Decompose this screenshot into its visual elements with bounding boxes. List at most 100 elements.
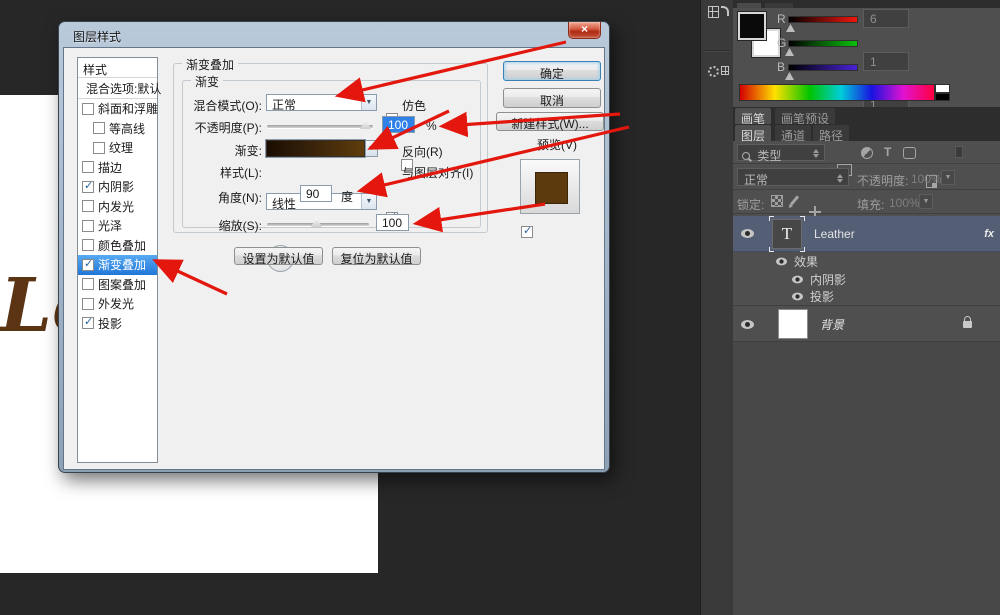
chevron-down-icon[interactable]: ▼ (361, 194, 376, 209)
layer-name[interactable]: Leather (814, 227, 855, 241)
styles-item-color-overlay[interactable]: 颜色叠加 (78, 236, 157, 256)
styles-item-outer-glow[interactable]: 外发光 (78, 294, 157, 314)
styles-item-satin[interactable]: 光泽 (78, 216, 157, 236)
tab-brush-presets[interactable]: 画笔预设 (775, 108, 835, 124)
cancel-button[interactable]: 取消 (503, 88, 601, 108)
fill-dropdown[interactable]: ▼ (919, 194, 933, 209)
visibility-eye-icon[interactable] (741, 320, 754, 329)
dialog-titlebar[interactable]: 图层样式 × (63, 22, 605, 47)
layer-opacity-label: 不透明度: (857, 172, 908, 189)
tab-brush[interactable]: 画笔 (735, 108, 771, 124)
fx-badge[interactable]: fx (984, 228, 994, 240)
green-value-input[interactable]: 1 (863, 52, 909, 71)
spectrum-black-swatch[interactable] (935, 93, 950, 101)
color-spectrum-ramp[interactable] (739, 84, 935, 101)
checkbox[interactable]: ✓ (82, 317, 94, 329)
filter-adjustment-layers-icon[interactable] (861, 147, 873, 159)
blue-slider[interactable] (788, 64, 858, 71)
checkbox[interactable] (82, 161, 94, 173)
foreground-color-swatch[interactable] (738, 12, 766, 40)
checkbox[interactable] (82, 220, 94, 232)
group-title: 渐变叠加 (182, 56, 238, 73)
ok-button[interactable]: 确定 (503, 61, 601, 81)
visibility-eye-icon[interactable] (776, 257, 787, 265)
styles-item-gradient-overlay[interactable]: ✓渐变叠加 (78, 255, 157, 275)
gradient-picker-button[interactable]: ▼ (365, 140, 378, 157)
updown-arrows-icon (837, 174, 844, 183)
styles-item-contour[interactable]: 等高线 (78, 119, 157, 139)
checkbox[interactable]: ✓ (82, 259, 94, 271)
layer-effects-row[interactable]: 效果 (733, 252, 1000, 270)
checkbox[interactable]: ✓ (82, 181, 94, 193)
layer-lock-icon (963, 321, 972, 328)
checkbox[interactable] (82, 298, 94, 310)
red-slider[interactable] (788, 16, 858, 23)
effect-row-drop-shadow[interactable]: 投影 (733, 288, 1000, 306)
checkbox[interactable] (82, 103, 94, 115)
angle-input[interactable]: 90 (300, 185, 332, 202)
effect-label: 投影 (810, 288, 834, 305)
checkbox[interactable] (93, 122, 105, 134)
tab-color[interactable] (737, 3, 761, 8)
opacity-slider[interactable] (267, 125, 373, 128)
photoshop-workspace: { "accent_red": "#e3170d", "selection_bl… (0, 0, 1000, 615)
background-layer-thumbnail[interactable] (778, 309, 808, 339)
filter-type-select[interactable]: 类型 (737, 144, 825, 161)
red-slider-thumb[interactable] (786, 24, 795, 32)
styles-item-drop-shadow[interactable]: ✓投影 (78, 314, 157, 334)
styles-item-pattern-overlay[interactable]: 图案叠加 (78, 275, 157, 295)
layer-opacity-value[interactable]: 100% (911, 172, 942, 186)
checkbox[interactable] (82, 239, 94, 251)
dock-icon-brush-settings[interactable] (708, 66, 729, 77)
visibility-eye-icon[interactable] (741, 229, 754, 238)
blend-row: 正常 不透明度: 100% ▼ (733, 164, 1000, 190)
lock-transparency-icon[interactable] (771, 195, 783, 207)
layer-row-leather[interactable]: T Leather fx (733, 216, 1000, 252)
fill-value[interactable]: 100% (889, 196, 920, 210)
styles-item-inner-shadow[interactable]: ✓内阴影 (78, 177, 157, 197)
layer-blend-mode-select[interactable]: 正常 (737, 168, 849, 186)
checkbox[interactable] (82, 278, 94, 290)
new-style-button[interactable]: 新建样式(W)... (496, 112, 604, 131)
layer-row-background[interactable]: 背景 (733, 307, 1000, 342)
filter-toggle-icon[interactable] (955, 146, 963, 158)
dock-icon-clone-source[interactable] (708, 6, 729, 18)
set-default-button[interactable]: 设置为默认值 (234, 247, 323, 265)
gradient-swatch[interactable] (266, 140, 365, 157)
tab-swatches[interactable] (765, 3, 793, 8)
layers-tabstrip: 图层 通道 路径 (733, 124, 1000, 141)
blend-mode-select[interactable]: 正常▼ (266, 94, 377, 111)
tab-channels[interactable]: 通道 (775, 125, 811, 141)
checkbox[interactable] (93, 142, 105, 154)
lock-row: 锁定: 填充: 100% ▼ (733, 190, 1000, 214)
text-layer-thumbnail[interactable]: T (772, 219, 802, 249)
filter-type-layers-icon[interactable]: T (884, 145, 891, 159)
tab-layers[interactable]: 图层 (735, 125, 771, 141)
tab-paths[interactable]: 路径 (813, 125, 849, 141)
reset-default-button[interactable]: 复位为默认值 (332, 247, 421, 265)
styles-item-blending-options[interactable]: 混合选项:默认 (78, 78, 157, 99)
scale-input[interactable]: 100 (376, 214, 409, 231)
red-value-input[interactable]: 6 (863, 9, 909, 28)
effect-row-inner-shadow[interactable]: 内阴影 (733, 270, 1000, 288)
blue-slider-thumb[interactable] (785, 72, 794, 80)
green-slider[interactable] (788, 40, 858, 47)
preview-checkbox[interactable]: ✓ (521, 226, 533, 238)
green-slider-thumb[interactable] (785, 48, 794, 56)
styles-item-stroke[interactable]: 描边 (78, 158, 157, 178)
filter-shape-layers-icon[interactable] (903, 147, 916, 159)
spectrum-white-swatch[interactable] (935, 84, 950, 93)
close-button[interactable]: × (568, 22, 601, 39)
lock-pixels-icon[interactable] (790, 195, 799, 205)
visibility-eye-icon[interactable] (792, 293, 803, 301)
layers-panel-empty-area (733, 342, 1000, 615)
checkbox[interactable] (82, 200, 94, 212)
chevron-down-icon[interactable]: ▼ (361, 95, 376, 110)
layer-name[interactable]: 背景 (820, 316, 844, 333)
layer-opacity-dropdown[interactable]: ▼ (941, 170, 955, 185)
styles-item-bevel-emboss[interactable]: 斜面和浮雕 (78, 99, 157, 119)
styles-item-inner-glow[interactable]: 内发光 (78, 197, 157, 217)
visibility-eye-icon[interactable] (792, 275, 803, 283)
styles-item-texture[interactable]: 纹理 (78, 138, 157, 158)
opacity-input[interactable]: 100 (382, 116, 415, 133)
